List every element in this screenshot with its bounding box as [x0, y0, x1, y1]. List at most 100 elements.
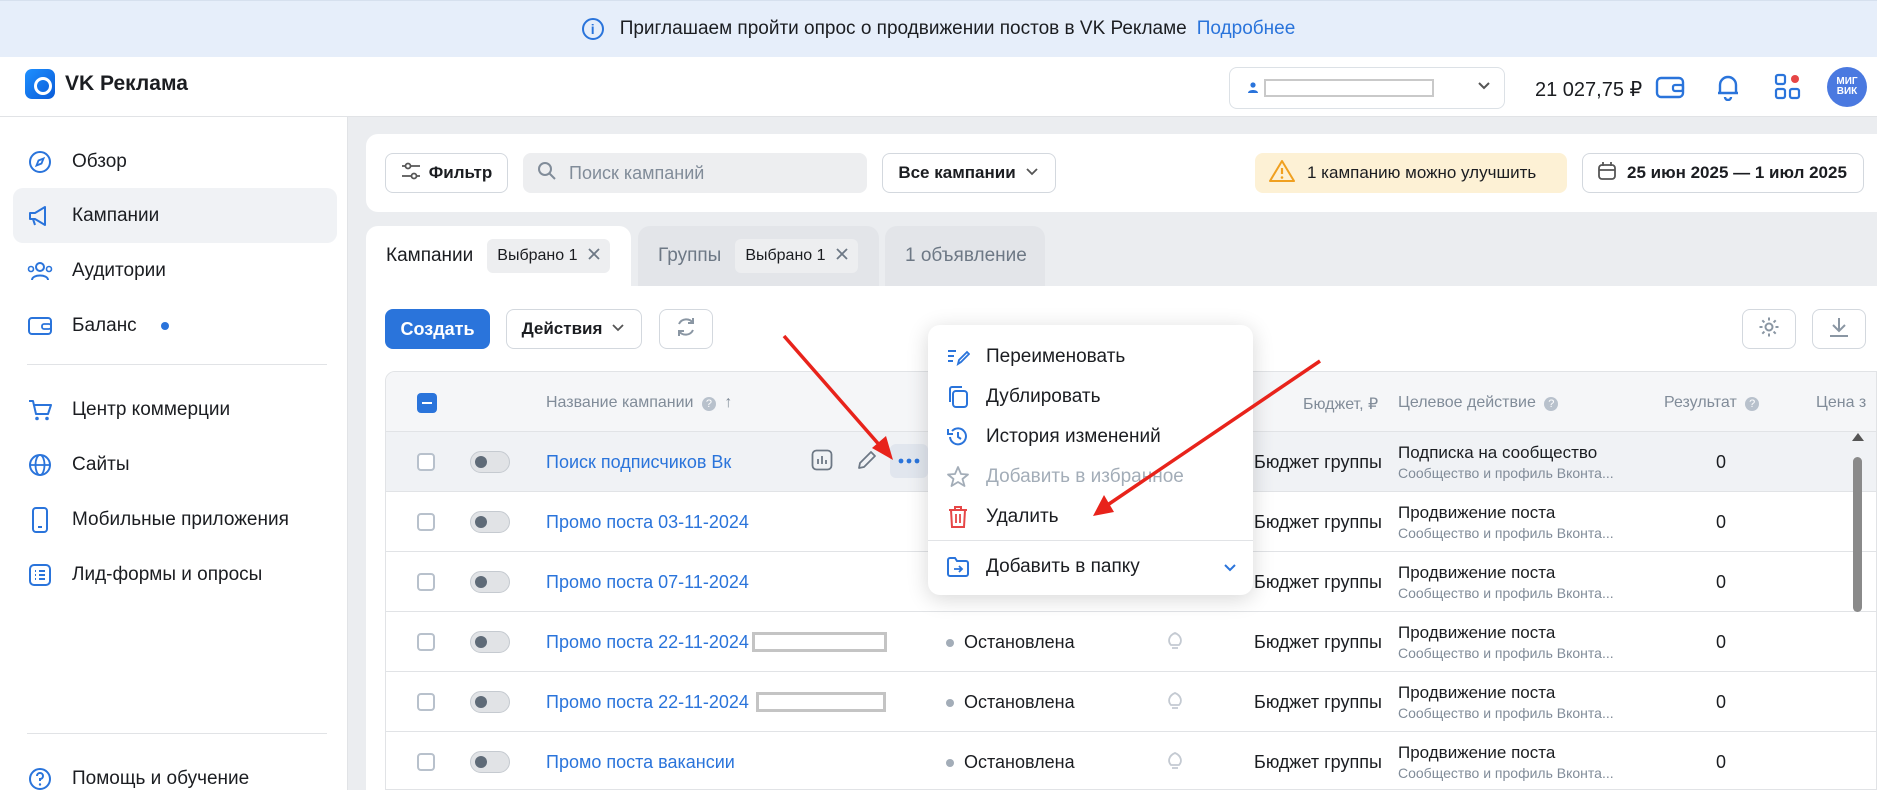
- create-button[interactable]: Создать: [385, 309, 490, 349]
- campaign-name-link[interactable]: Промо поста 22-11-2024: [546, 632, 749, 653]
- campaign-name-link[interactable]: Промо поста вакансии: [546, 752, 735, 773]
- bell-icon[interactable]: [1713, 72, 1743, 102]
- menu-item-add-folder[interactable]: Добавить в папку: [946, 552, 1246, 582]
- sidebar-divider: [27, 733, 327, 734]
- sort-arrow-icon[interactable]: ↑: [724, 394, 732, 411]
- column-header-price[interactable]: Цена з: [1816, 394, 1866, 412]
- more-options-icon[interactable]: [890, 444, 928, 478]
- lightbulb-icon[interactable]: [1165, 750, 1185, 777]
- close-icon[interactable]: [587, 247, 600, 265]
- sidebar-item-balance[interactable]: Баланс: [13, 298, 337, 353]
- help-icon[interactable]: ?: [1544, 397, 1559, 411]
- row-checkbox[interactable]: [417, 633, 435, 651]
- wallet-icon[interactable]: [1655, 72, 1685, 102]
- banner-link[interactable]: Подробнее: [1197, 18, 1296, 40]
- selected-chip: Выбрано 1: [735, 239, 858, 273]
- scroll-up-arrow[interactable]: [1852, 433, 1864, 441]
- pencil-icon[interactable]: [856, 449, 878, 476]
- all-campaigns-select[interactable]: Все кампании: [882, 153, 1056, 193]
- search-input[interactable]: Поиск кампаний: [523, 153, 867, 193]
- menu-item-add-favorite: Добавить в избранное: [946, 462, 1246, 492]
- target-sub: Сообщество и профиль Вконта...: [1398, 525, 1614, 541]
- campaign-toggle[interactable]: [470, 691, 510, 713]
- help-icon[interactable]: ?: [1745, 397, 1760, 411]
- actions-dropdown[interactable]: Действия: [506, 309, 642, 349]
- apps-icon[interactable]: [1773, 72, 1803, 102]
- redacted-text: [752, 632, 887, 652]
- sidebar-item-overview[interactable]: Обзор: [13, 134, 337, 189]
- row-checkbox[interactable]: [417, 513, 435, 531]
- tab-groups[interactable]: Группы Выбрано 1: [638, 226, 879, 286]
- campaign-name-link[interactable]: Поиск подписчиков Вк: [546, 452, 731, 473]
- redacted-account-name: [1264, 79, 1434, 97]
- lightbulb-icon[interactable]: [1165, 690, 1185, 717]
- sidebar-item-sites[interactable]: Сайты: [13, 437, 337, 492]
- column-header-name[interactable]: Название кампании ? ↑: [546, 394, 732, 412]
- all-campaigns-label: Все кампании: [898, 163, 1016, 182]
- campaign-toggle[interactable]: [470, 631, 510, 653]
- menu-item-label: История изменений: [986, 426, 1161, 447]
- row-checkbox[interactable]: [417, 453, 435, 471]
- tab-ads[interactable]: 1 объявление: [885, 226, 1045, 286]
- avatar[interactable]: МИГ ВИК: [1827, 67, 1867, 107]
- row-checkbox[interactable]: [417, 753, 435, 771]
- sidebar-item-mobile-apps[interactable]: Мобильные приложения: [13, 492, 337, 547]
- target-sub: Сообщество и профиль Вконта...: [1398, 465, 1614, 481]
- lightbulb-icon[interactable]: [1165, 630, 1185, 657]
- table-row[interactable]: Промо поста 22-11-2024 Остановлена Бюдже…: [386, 612, 1876, 672]
- column-header-result[interactable]: Результат ?: [1664, 394, 1760, 412]
- campaign-name-link[interactable]: Промо поста 22-11-2024: [546, 692, 749, 713]
- select-all-checkbox[interactable]: [417, 393, 437, 413]
- stats-icon[interactable]: [811, 449, 833, 476]
- vertical-scrollbar[interactable]: [1851, 433, 1864, 790]
- sidebar-item-label: Обзор: [72, 150, 127, 172]
- target-sub: Сообщество и профиль Вконта...: [1398, 705, 1614, 721]
- filter-button[interactable]: Фильтр: [385, 153, 508, 193]
- close-icon[interactable]: [835, 247, 848, 265]
- sidebar-item-lead-forms[interactable]: Лид-формы и опросы: [13, 547, 337, 602]
- phone-icon: [26, 506, 54, 534]
- row-checkbox[interactable]: [417, 573, 435, 591]
- improve-warning[interactable]: 1 кампанию можно улучшить: [1255, 153, 1567, 193]
- sidebar-item-commerce[interactable]: Центр коммерции: [13, 382, 337, 437]
- list-icon: [26, 561, 54, 589]
- column-header-budget[interactable]: Бюджет, ₽: [1303, 394, 1378, 414]
- campaign-toggle[interactable]: [470, 751, 510, 773]
- refresh-button[interactable]: [659, 309, 713, 349]
- sidebar-item-audiences[interactable]: Аудитории: [13, 243, 337, 298]
- sidebar-item-help[interactable]: Помощь и обучение: [13, 751, 337, 790]
- menu-item-rename[interactable]: Переименовать: [946, 342, 1246, 372]
- settings-button[interactable]: [1742, 309, 1796, 349]
- table-row[interactable]: Промо поста 22-11-2024 Остановлена Бюдже…: [386, 672, 1876, 732]
- menu-item-duplicate[interactable]: Дублировать: [946, 382, 1246, 412]
- campaign-name-link[interactable]: Промо поста 03-11-2024: [546, 512, 749, 533]
- help-icon: [26, 765, 54, 790]
- menu-item-history[interactable]: История изменений: [946, 422, 1246, 452]
- row-checkbox[interactable]: [417, 693, 435, 711]
- result-cell: 0: [1715, 452, 1726, 472]
- column-header-target[interactable]: Целевое действие ?: [1398, 394, 1559, 412]
- campaign-toggle[interactable]: [470, 511, 510, 533]
- sliders-icon: [401, 162, 421, 185]
- download-button[interactable]: [1812, 309, 1866, 349]
- date-range-picker[interactable]: 25 июн 2025 — 1 июл 2025: [1582, 153, 1864, 193]
- table-row[interactable]: Промо поста вакансии Остановлена Бюджет …: [386, 732, 1876, 789]
- logo[interactable]: VK Реклама: [25, 69, 188, 99]
- help-icon[interactable]: ?: [701, 397, 716, 411]
- campaign-name-link[interactable]: Промо поста 07-11-2024: [546, 572, 749, 593]
- search-placeholder: Поиск кампаний: [569, 162, 705, 183]
- sidebar-item-campaigns[interactable]: Кампании: [13, 188, 337, 243]
- tab-campaigns[interactable]: Кампании Выбрано 1: [366, 226, 631, 286]
- chip-label: Выбрано 1: [497, 247, 578, 264]
- account-select[interactable]: [1229, 67, 1505, 109]
- campaign-toggle[interactable]: [470, 451, 510, 473]
- sidebar-item-label: Помощь и обучение: [72, 767, 250, 789]
- budget-cell: Бюджет группы: [1254, 692, 1382, 712]
- campaign-toggle[interactable]: [470, 571, 510, 593]
- chevron-down-icon: [1024, 163, 1040, 184]
- menu-item-delete[interactable]: Удалить: [946, 502, 1246, 532]
- person-icon: [1247, 81, 1259, 93]
- tab-label: 1 объявление: [905, 245, 1027, 266]
- header-label: Результат: [1664, 394, 1737, 411]
- scroll-thumb[interactable]: [1853, 457, 1862, 612]
